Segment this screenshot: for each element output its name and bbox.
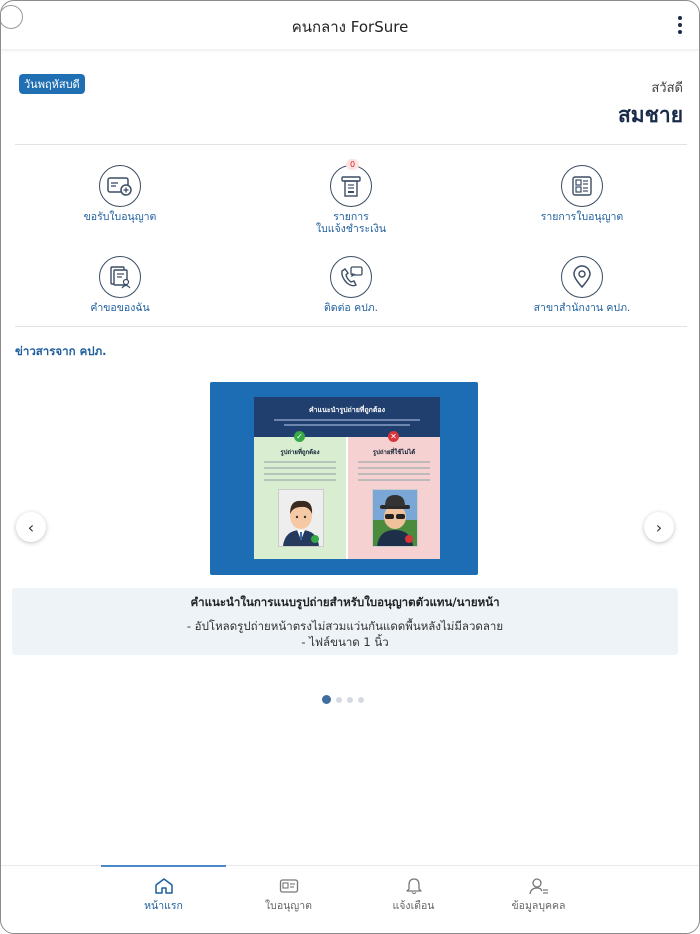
menu-payment-slips[interactable]: 0 รายการ ใบแจ้งชำระเงิน bbox=[261, 159, 441, 235]
news-caption: คำแนะนำในการแนบรูปถ่ายสำหรับใบอนุญาตตัวแ… bbox=[12, 588, 678, 655]
license-card-icon bbox=[226, 876, 351, 896]
menu-my-requests[interactable]: คำขอของฉัน bbox=[30, 256, 210, 314]
menu-branch-offices[interactable]: สาขาสำนักงาน คปภ. bbox=[492, 256, 672, 314]
banner-content: คำแนะนำรูปถ่ายที่ถูกต้อง ✓ รูปถ่ายที่ถูก… bbox=[254, 397, 440, 559]
carousel-dot[interactable] bbox=[322, 695, 331, 704]
correct-photo-label: รูปถ่ายที่ถูกต้อง bbox=[280, 449, 320, 456]
nav-label: ข้อมูลบุคคล bbox=[511, 900, 566, 912]
news-banner-image[interactable]: คำแนะนำรูปถ่ายที่ถูกต้อง ✓ รูปถ่ายที่ถูก… bbox=[210, 382, 478, 575]
carousel-dot[interactable] bbox=[336, 696, 342, 703]
greeting-text: สวัสดี bbox=[651, 81, 683, 96]
caption-line: - ไฟล์ขนาด 1 นิ้ว bbox=[301, 635, 389, 649]
incorrect-photo-panel: ✕ รูปถ่ายที่ใช้ไม่ได้ bbox=[348, 431, 440, 559]
menu-request-license[interactable]: ขอรับใบอนุญาต bbox=[30, 165, 210, 223]
my-requests-icon bbox=[99, 256, 141, 298]
menu-label: ขอรับใบอนุญาต bbox=[83, 211, 157, 223]
correct-photo-panel: ✓ รูปถ่ายที่ถูกต้อง bbox=[254, 431, 346, 559]
nav-label: หน้าแรก bbox=[144, 900, 183, 912]
incorrect-portrait-image bbox=[372, 489, 418, 547]
contact-phone-icon bbox=[330, 256, 372, 298]
nav-license[interactable]: ใบอนุญาต bbox=[226, 876, 351, 914]
menu-label: คำขอของฉัน bbox=[90, 302, 150, 314]
nav-label: แจ้งเตือน bbox=[392, 900, 435, 912]
nav-profile[interactable]: ข้อมูลบุคคล bbox=[476, 876, 601, 914]
active-tab-indicator bbox=[101, 865, 226, 867]
nav-label: ใบอนุญาต bbox=[265, 900, 312, 912]
payment-slip-icon: 0 bbox=[330, 159, 372, 207]
menu-license-list[interactable]: รายการใบอนุญาต bbox=[492, 165, 672, 223]
more-options-icon[interactable] bbox=[677, 16, 683, 34]
divider bbox=[15, 326, 687, 327]
correct-portrait-image bbox=[278, 489, 324, 547]
app-title: คนกลาง ForSure bbox=[291, 18, 409, 36]
app-window: คนกลาง ForSure วันพฤหัสบดี สวัสดี สมชาย … bbox=[0, 0, 700, 934]
nav-notifications[interactable]: แจ้งเตือน bbox=[351, 876, 476, 914]
bell-icon bbox=[351, 876, 476, 896]
caption-title: คำแนะนำในการแนบรูปถ่ายสำหรับใบอนุญาตตัวแ… bbox=[190, 595, 500, 609]
divider bbox=[15, 144, 687, 145]
news-section-title: ข่าวสารจาก คปภ. bbox=[15, 344, 107, 358]
banner-headline: คำแนะนำรูปถ่ายที่ถูกต้อง bbox=[308, 406, 386, 414]
cross-icon: ✕ bbox=[388, 431, 399, 442]
home-icon bbox=[101, 876, 226, 896]
carousel-dot[interactable] bbox=[358, 696, 364, 703]
menu-label: รายการใบอนุญาต bbox=[540, 211, 624, 223]
carousel-dot[interactable] bbox=[347, 696, 353, 703]
day-badge: วันพฤหัสบดี bbox=[19, 74, 85, 94]
menu-contact-oic[interactable]: ติดต่อ คปภ. bbox=[261, 256, 441, 314]
incorrect-photo-label: รูปถ่ายที่ใช้ไม่ได้ bbox=[372, 449, 416, 456]
license-card-add-icon bbox=[99, 165, 141, 207]
user-name: สมชาย bbox=[617, 103, 683, 127]
menu-label: สาขาสำนักงาน คปภ. bbox=[533, 302, 631, 314]
nav-home[interactable]: หน้าแรก bbox=[101, 876, 226, 914]
check-icon: ✓ bbox=[294, 431, 305, 442]
carousel-prev-button[interactable]: ‹ bbox=[16, 512, 46, 542]
carousel-pagination bbox=[322, 695, 364, 704]
menu-label: ติดต่อ คปภ. bbox=[323, 302, 379, 314]
banner-header: คำแนะนำรูปถ่ายที่ถูกต้อง bbox=[254, 397, 440, 437]
location-pin-icon bbox=[561, 256, 603, 298]
menu-label: รายการ ใบแจ้งชำระเงิน bbox=[315, 211, 387, 235]
license-list-icon bbox=[561, 165, 603, 207]
top-bar: คนกลาง ForSure bbox=[1, 1, 699, 50]
carousel-next-button[interactable]: › bbox=[644, 512, 674, 542]
notification-badge: 0 bbox=[346, 159, 359, 170]
user-profile-icon bbox=[476, 876, 601, 896]
bottom-navigation: หน้าแรก ใบอนุญาต แจ้งเตือน ข้อมูลบุคคล bbox=[1, 865, 699, 933]
